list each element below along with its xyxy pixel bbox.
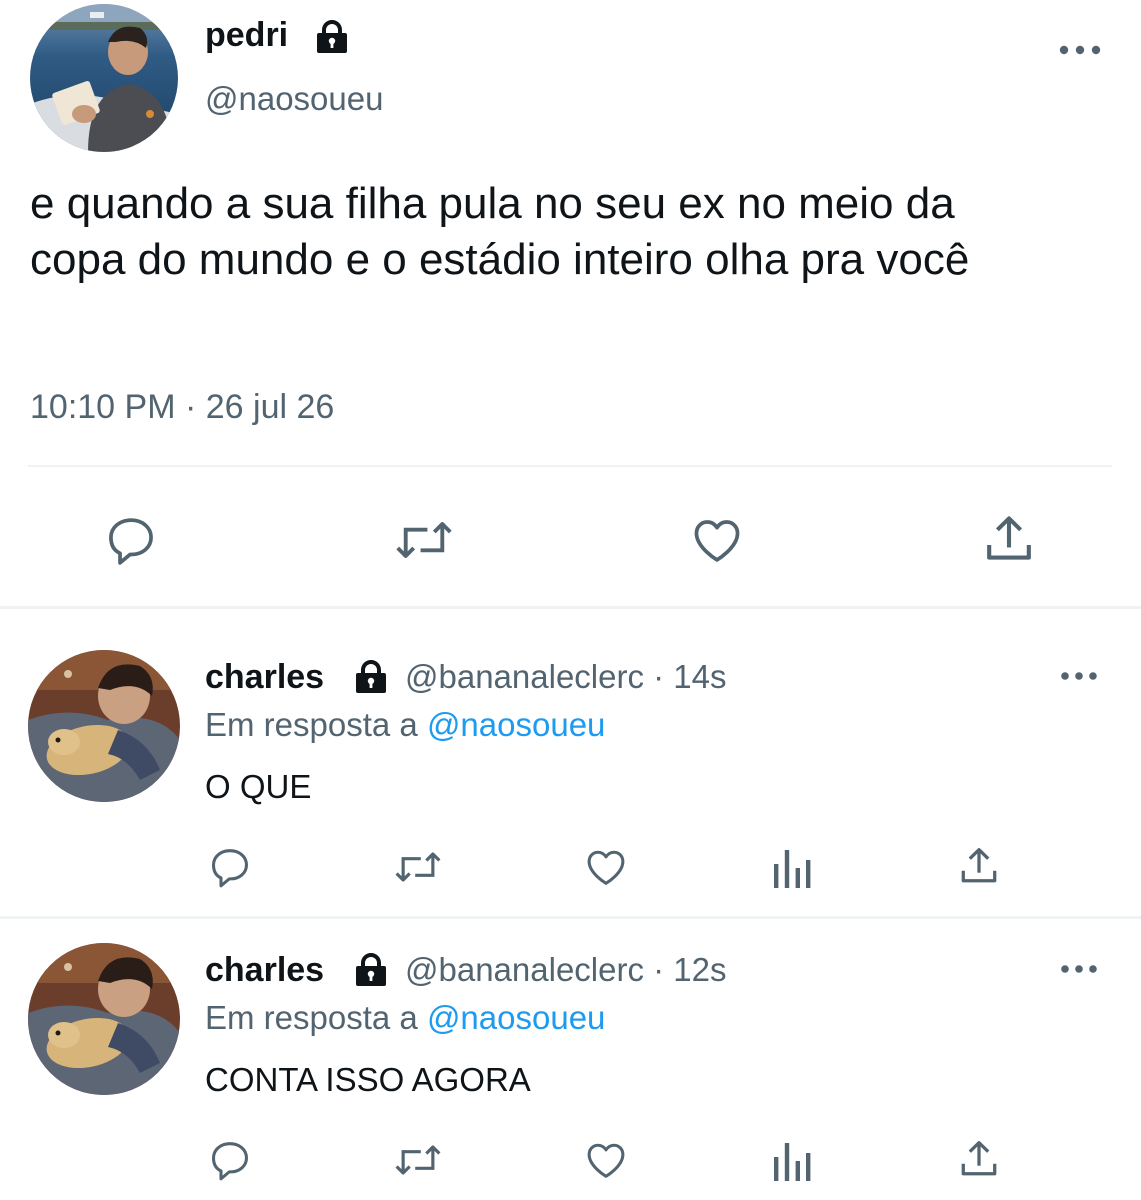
replying-to: Em resposta a @naosoueu [205,706,605,744]
reply-icon[interactable] [207,1137,253,1183]
lock-icon [353,660,389,694]
avatar[interactable] [30,4,178,152]
share-icon[interactable] [980,510,1038,568]
analytics-icon[interactable] [772,846,812,890]
avatar[interactable] [28,650,180,802]
analytics-icon[interactable] [772,1139,812,1183]
mention-link[interactable]: @naosoueu [427,706,605,743]
handle-and-time[interactable]: @bananaleclerc · 12s [405,951,727,989]
timestamp[interactable]: 10:10 PM · 26 jul 26 [30,388,334,427]
share-icon[interactable] [956,842,1002,890]
more-icon[interactable] [1060,668,1098,684]
divider [28,465,1112,467]
tweet-actions [0,1133,1141,1193]
divider [0,606,1141,609]
display-name[interactable]: charles [205,951,324,990]
handle-and-time[interactable]: @bananaleclerc · 14s [405,658,727,696]
divider [0,916,1141,919]
retweet-icon[interactable] [392,1137,444,1183]
tweet-actions [0,500,1141,580]
retweet-icon[interactable] [392,844,444,890]
tweet-text-line: e quando a sua filha pula no seu ex no m… [30,179,955,228]
tweet-text: O QUE [205,768,312,805]
more-icon[interactable] [1060,961,1098,977]
retweet-icon[interactable] [392,512,456,568]
display-name[interactable]: charles [205,658,324,697]
tweet-text: CONTA ISSO AGORA [205,1061,531,1098]
like-icon[interactable] [582,1137,630,1183]
tweet-actions [0,840,1141,900]
avatar[interactable] [28,943,180,1095]
mention-link[interactable]: @naosoueu [427,999,605,1036]
share-icon[interactable] [956,1135,1002,1183]
lock-icon [353,953,389,987]
like-icon[interactable] [688,512,746,568]
replying-prefix: Em resposta a [205,706,418,743]
reply-icon[interactable] [103,512,159,568]
display-name[interactable]: pedri [205,16,288,55]
reply-icon[interactable] [207,844,253,890]
more-icon[interactable] [1058,40,1102,60]
tweet-text-line: copa do mundo e o estádio inteiro olha p… [30,235,970,284]
like-icon[interactable] [582,844,630,890]
handle[interactable]: @naosoueu [205,80,383,118]
tweet-text: e quando a sua filha pula no seu ex no m… [30,176,1120,288]
replying-to: Em resposta a @naosoueu [205,999,605,1037]
lock-icon [314,20,350,54]
replying-prefix: Em resposta a [205,999,418,1036]
